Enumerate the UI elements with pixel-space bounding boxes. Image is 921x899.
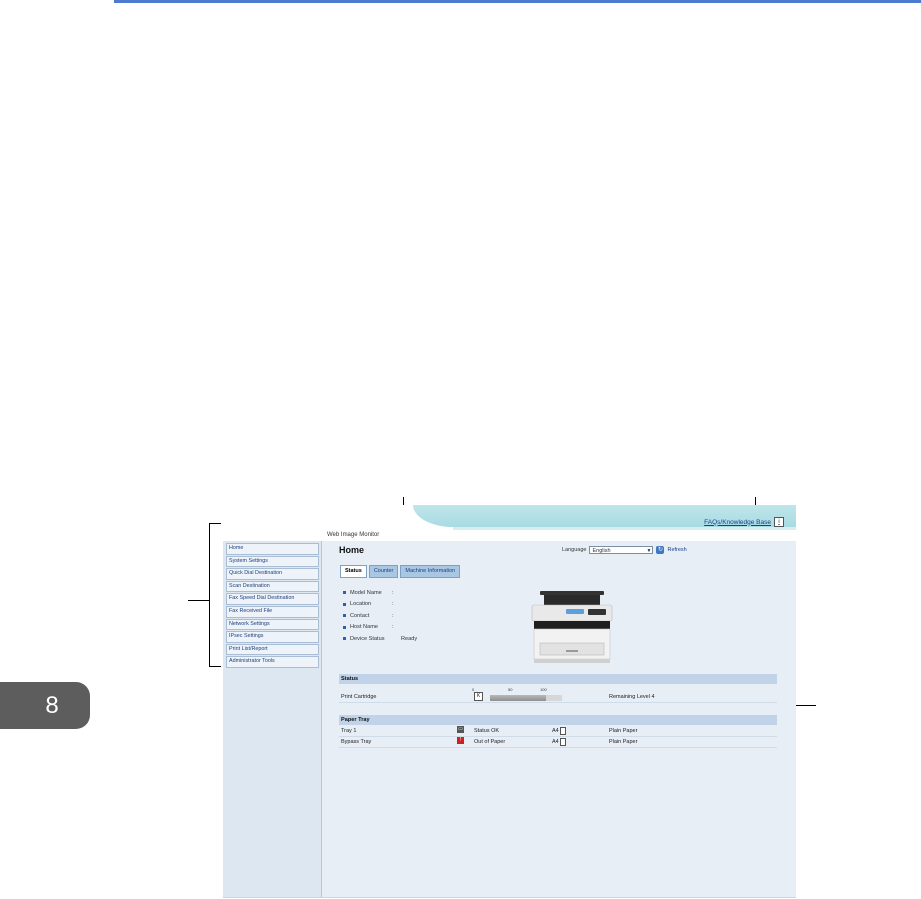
header-banner-stripe — [453, 527, 796, 530]
callout-line — [209, 523, 221, 524]
paper-icon — [559, 726, 566, 735]
chevron-down-icon: ▼ — [646, 548, 652, 554]
main-content: Home Language English ▼ ↻ Refresh Status… — [322, 541, 796, 897]
tray-size-label: A4 — [552, 728, 559, 734]
sidebar-item-administrator-tools[interactable]: Administrator Tools — [226, 656, 319, 668]
info-label: Device Status — [350, 635, 385, 642]
callout-line — [209, 666, 221, 667]
sidebar-item-system-settings[interactable]: System Settings — [226, 555, 319, 568]
device-info-list: Model Name : Location : Contact : Host N… — [343, 587, 417, 645]
callout-line — [209, 523, 210, 667]
tab-counter[interactable]: Counter — [368, 565, 399, 578]
info-row-device-status: Device Status Ready — [343, 633, 417, 645]
info-colon: : — [392, 612, 394, 619]
info-row-contact: Contact : — [343, 610, 417, 622]
info-row-location: Location : — [343, 599, 417, 611]
info-label: Host Name — [350, 624, 378, 631]
info-label: Location — [350, 601, 372, 608]
sidebar-item-quick-dial-destination[interactable]: Quick Dial Destination — [226, 568, 319, 580]
chapter-tab: 8 — [0, 682, 90, 729]
info-row-model-name: Model Name : — [343, 587, 417, 599]
tray-status: Out of Paper — [474, 739, 506, 745]
tab-status[interactable]: Status — [340, 565, 367, 578]
tray-name: Tray 1 — [341, 728, 357, 734]
sidebar: Home System Settings Quick Dial Destinat… — [223, 541, 322, 897]
sidebar-item-scan-destination[interactable]: Scan Destination — [226, 580, 319, 593]
status-section-heading: Status — [339, 674, 777, 684]
cartridge-row: Print Cartridge K Remaining Level 4 — [339, 692, 777, 703]
page-top-rule — [114, 0, 921, 3]
sidebar-item-home[interactable]: Home — [226, 543, 319, 555]
info-colon: : — [392, 589, 394, 596]
bullet-icon — [343, 614, 346, 618]
info-colon: : — [392, 601, 394, 608]
cartridge-label: Print Cartridge — [341, 694, 377, 700]
cartridge-level-fill — [490, 695, 547, 701]
status-ok-icon: ▭ — [457, 726, 464, 733]
out-of-paper-icon: ! — [457, 737, 464, 744]
refresh-icon[interactable]: ↻ — [656, 546, 665, 554]
tray-name: Bypass Tray — [341, 739, 372, 745]
info-icon[interactable]: i — [774, 517, 784, 527]
chapter-number: 8 — [45, 691, 59, 719]
info-label: Contact — [350, 612, 370, 619]
info-label: Model Name — [350, 589, 382, 596]
info-row-host-name: Host Name : — [343, 622, 417, 634]
paper-icon — [559, 737, 566, 746]
sidebar-item-ipsec-settings[interactable]: IPsec Settings — [226, 631, 319, 643]
info-value: Ready — [401, 635, 418, 642]
web-image-monitor-screenshot: Web Image Monitor FAQs/Knowledge Base i … — [223, 505, 796, 898]
header: Web Image Monitor FAQs/Knowledge Base i — [223, 505, 796, 541]
printer-image — [531, 591, 613, 663]
tray-size: A4 — [552, 726, 566, 736]
app-title: Web Image Monitor — [327, 532, 380, 538]
tab-bar: Status Counter Machine Information — [340, 565, 461, 578]
tray-size-label: A4 — [552, 739, 559, 745]
language-select[interactable]: English ▼ — [589, 546, 654, 554]
language-label: Language — [562, 547, 587, 553]
faq-link-label[interactable]: FAQs/Knowledge Base — [704, 519, 771, 526]
tray-paper-type: Plain Paper — [609, 739, 638, 745]
bullet-icon — [343, 637, 346, 641]
cartridge-level-text: Remaining Level 4 — [609, 694, 655, 700]
tray-status: Status OK — [474, 728, 500, 734]
refresh-link[interactable]: Refresh — [667, 547, 686, 553]
tray-paper-type: Plain Paper — [609, 728, 638, 734]
faq-link[interactable]: FAQs/Knowledge Base i — [704, 517, 784, 527]
table-row: Tray 1 ▭ Status OK A4 Plain Paper — [339, 726, 777, 737]
table-row: Bypass Tray ! Out of Paper A4 Plain Pape… — [339, 737, 777, 748]
bullet-icon — [343, 625, 346, 629]
info-colon: : — [392, 624, 394, 631]
callout-line — [795, 705, 816, 706]
language-select-value: English — [592, 548, 611, 554]
cartridge-level-bar — [490, 695, 562, 701]
sidebar-item-network-settings[interactable]: Network Settings — [226, 618, 319, 631]
sidebar-menu: Home System Settings Quick Dial Destinat… — [226, 543, 319, 669]
tab-machine-information[interactable]: Machine Information — [400, 565, 461, 578]
cartridge-icon: K — [474, 692, 483, 701]
sidebar-item-print-list-report[interactable]: Print List/Report — [226, 643, 319, 656]
language-control: Language English ▼ ↻ Refresh — [562, 546, 687, 554]
bullet-icon — [343, 602, 346, 606]
bullet-icon — [343, 591, 346, 595]
sidebar-item-fax-speed-dial-destination[interactable]: Fax Speed Dial Destination — [226, 593, 319, 605]
page-title: Home — [339, 545, 365, 555]
callout-line — [188, 600, 209, 601]
sidebar-item-fax-received-file[interactable]: Fax Received File — [226, 605, 319, 618]
tray-size: A4 — [552, 737, 566, 747]
paper-tray-section-heading: Paper Tray — [339, 715, 777, 725]
